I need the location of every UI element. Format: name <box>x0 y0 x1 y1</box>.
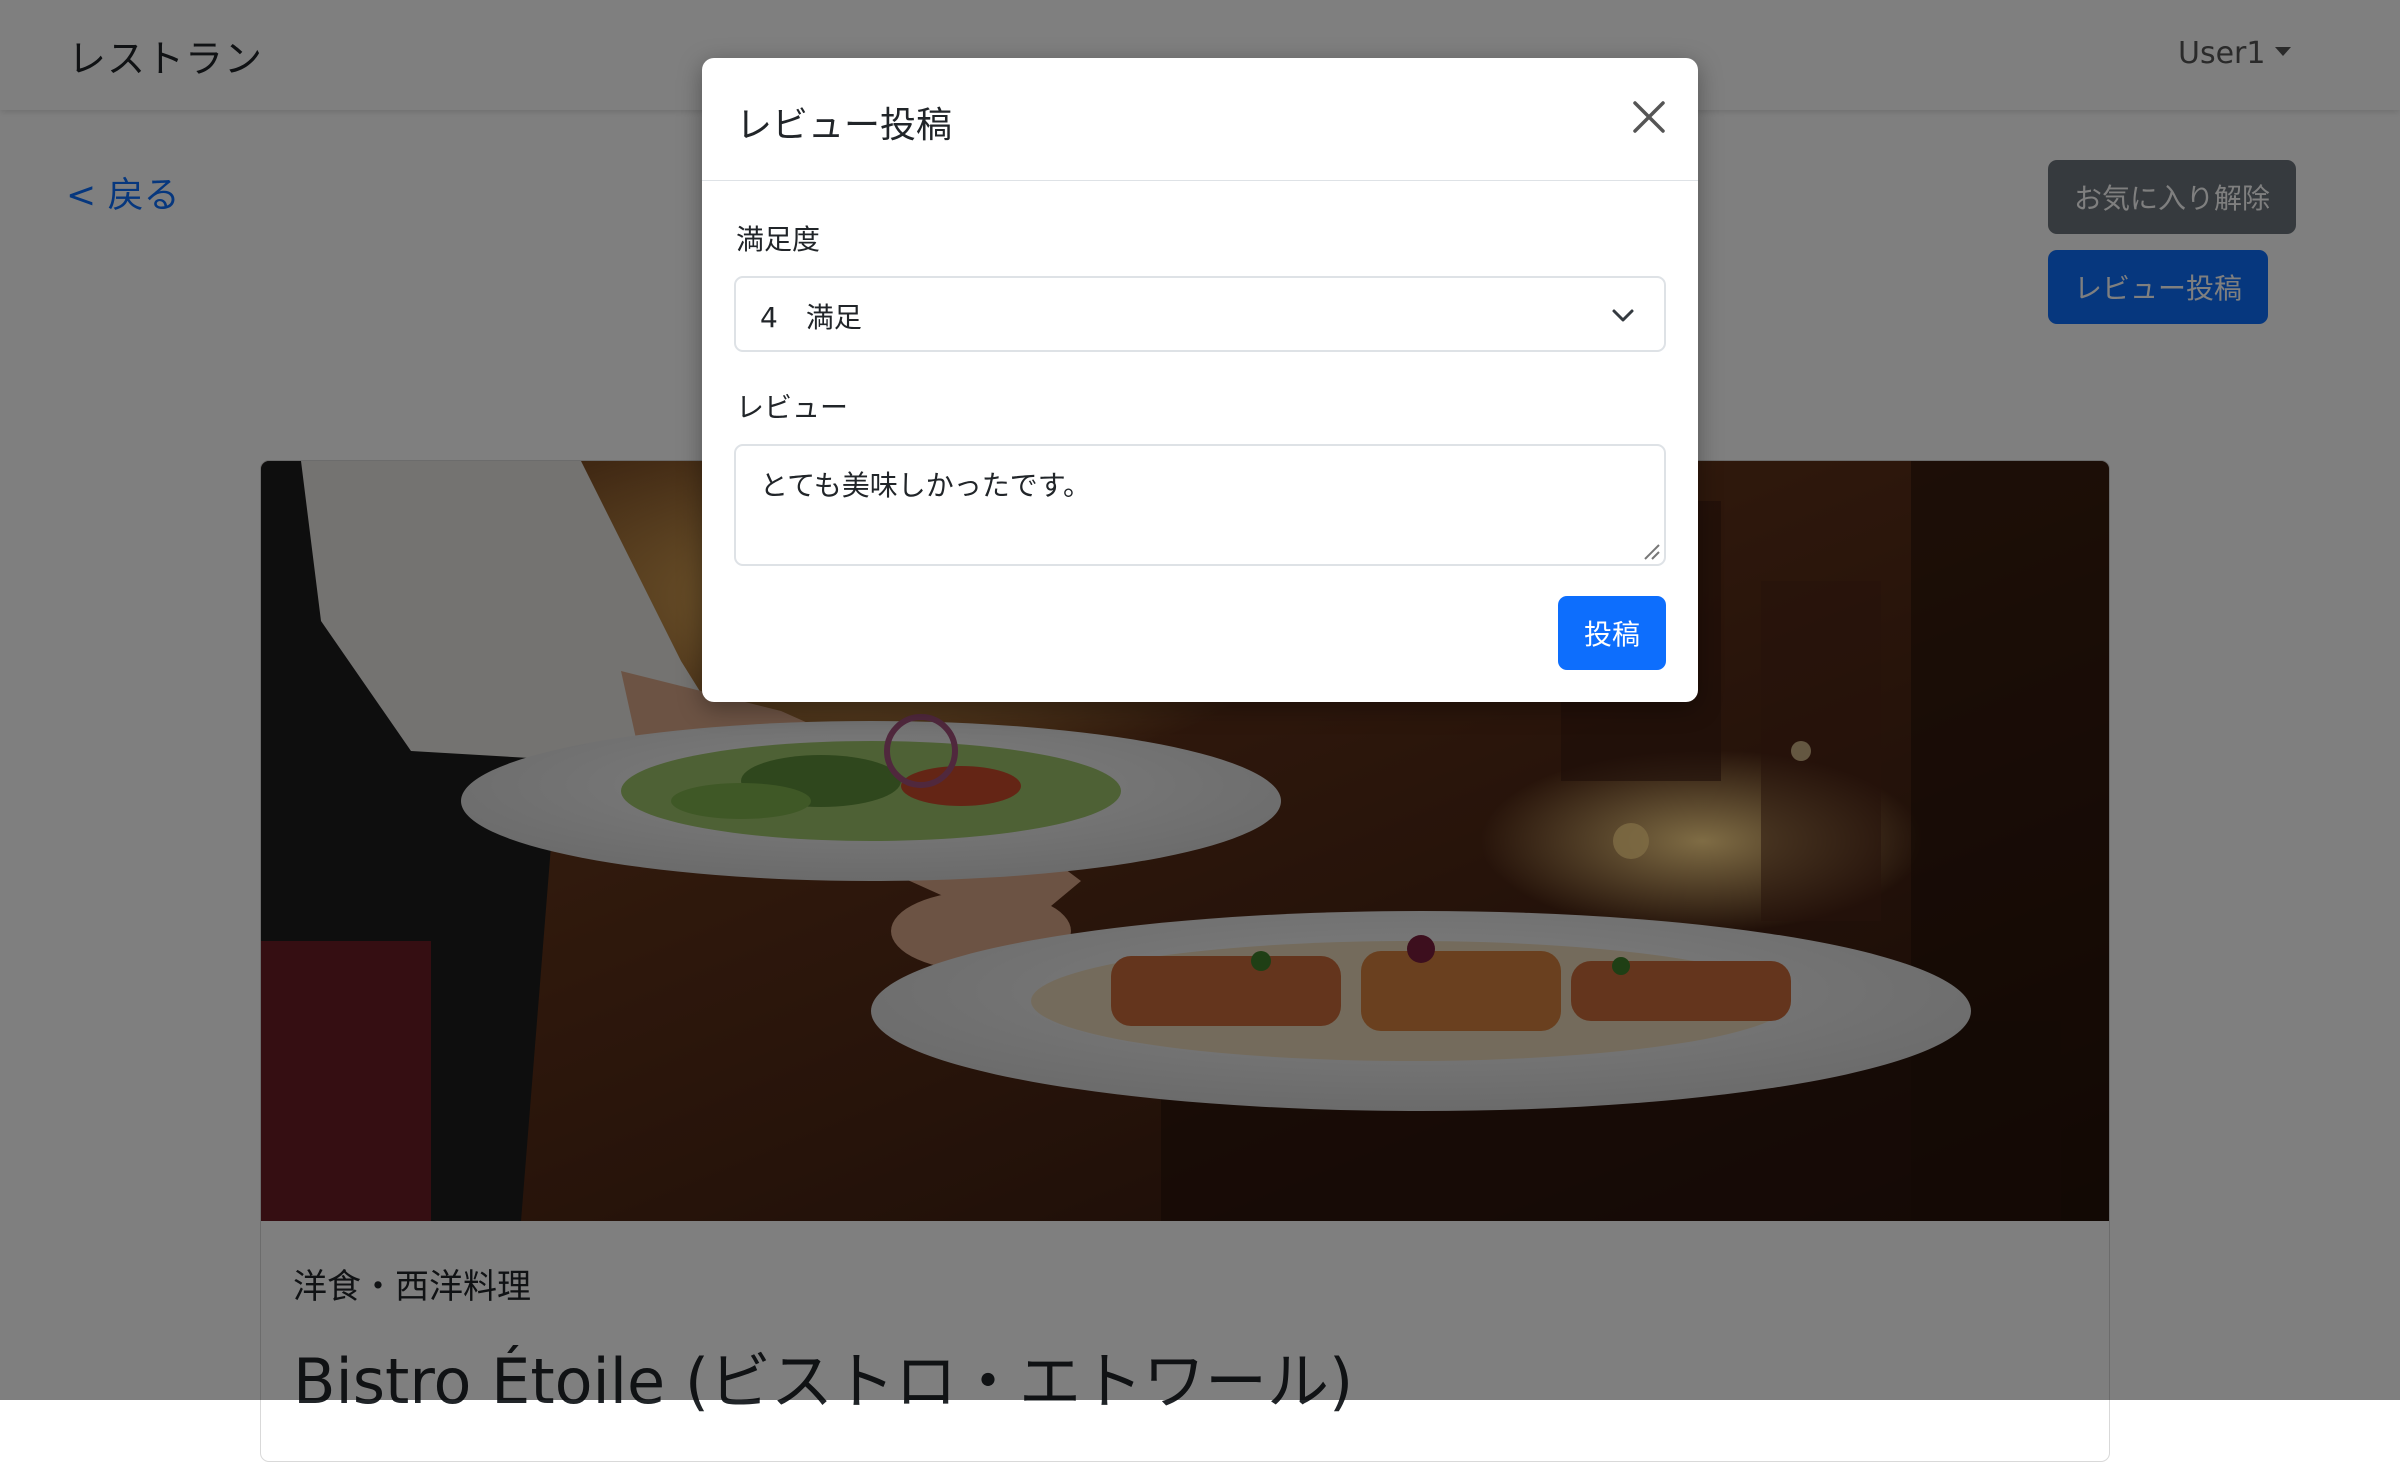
modal-title: レビュー投稿 <box>736 105 953 146</box>
modal-header: レビュー投稿 <box>702 58 1698 181</box>
review-label: レビュー <box>736 391 849 424</box>
submit-review-button[interactable]: 投稿 <box>1558 596 1666 670</box>
close-icon[interactable] <box>1628 96 1670 138</box>
chevron-down-icon <box>1610 302 1636 328</box>
resize-grip-icon[interactable] <box>1642 542 1660 560</box>
review-textarea[interactable]: とても美味しかったです。 <box>734 444 1666 566</box>
rating-label: 満足度 <box>736 223 821 256</box>
rating-select-value: 4 満足 <box>760 301 862 334</box>
review-textarea-value: とても美味しかったです。 <box>760 469 1091 502</box>
review-modal: レビュー投稿 満足度 4 満足 レビュー とても美味しかったです。 投稿 <box>702 58 1698 702</box>
rating-select[interactable]: 4 満足 <box>734 276 1666 352</box>
